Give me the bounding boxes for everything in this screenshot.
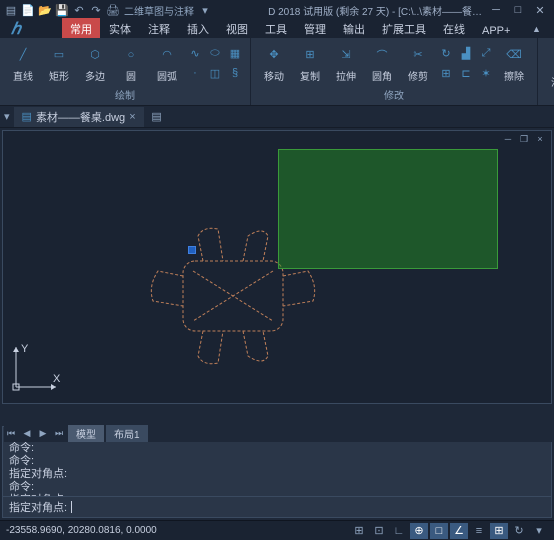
workspace-dropdown-icon[interactable]: ▾ — [198, 3, 212, 17]
hatch-icon[interactable]: ▦ — [226, 44, 244, 62]
annot-button[interactable]: A注释 — [544, 48, 554, 91]
offset-icon[interactable]: ⊏ — [457, 64, 475, 82]
scale-icon[interactable]: ⤢ — [477, 44, 495, 62]
grid-toggle-icon[interactable]: ⊞ — [350, 523, 368, 539]
print-icon[interactable]: 🖨 — [106, 3, 120, 17]
dyn-toggle-icon[interactable]: ⊞ — [490, 523, 508, 539]
otrack-toggle-icon[interactable]: ∠ — [450, 523, 468, 539]
layout-last-icon[interactable]: ⏭ — [52, 426, 66, 440]
tab-insert[interactable]: 插入 — [179, 18, 217, 40]
open-icon[interactable]: 📂 — [38, 3, 52, 17]
text-cursor — [71, 501, 72, 513]
arc-icon: ◠ — [156, 44, 178, 66]
snap-toggle-icon[interactable]: ⊡ — [370, 523, 388, 539]
layout-prev-icon[interactable]: ◀ — [20, 426, 34, 440]
redo-icon[interactable]: ↷ — [89, 3, 103, 17]
mirror-icon[interactable]: ▟ — [457, 44, 475, 62]
text-icon: A — [550, 50, 554, 72]
selection-window — [278, 149, 498, 269]
move-icon: ✥ — [263, 44, 285, 66]
trim-button[interactable]: ✂修剪 — [401, 42, 435, 85]
dwg-icon: ▤ — [22, 110, 32, 123]
tab-extend[interactable]: 扩展工具 — [374, 18, 434, 40]
stretch-icon: ⇲ — [335, 44, 357, 66]
circle-button[interactable]: ○圆 — [114, 42, 148, 85]
point-icon[interactable]: · — [186, 64, 204, 82]
fillet-icon: ⌒ — [371, 44, 393, 66]
region-icon[interactable]: ◫ — [206, 64, 224, 82]
svg-text:X: X — [53, 373, 61, 385]
doc-name: 素材——餐桌.dwg — [36, 109, 125, 125]
fillet-button[interactable]: ⌒圆角 — [365, 42, 399, 85]
polygon-button[interactable]: ⬡多边 — [78, 42, 112, 85]
tab-tools[interactable]: 工具 — [257, 18, 295, 40]
ortho-toggle-icon[interactable]: ∟ — [390, 523, 408, 539]
copy-icon: ⊞ — [299, 44, 321, 66]
ribbon: ╱直线 ▭矩形 ⬡多边 ○圆 ◠圆弧 ∿ ⬭ ▦ · ◫ § 绘制 ✥移动 ⊞复… — [0, 38, 554, 106]
rect-icon: ▭ — [48, 44, 70, 66]
undo-icon[interactable]: ↶ — [72, 3, 86, 17]
window-title: D 2018 试用版 (剩余 27 天) - [C:\..\素材——餐… — [268, 3, 482, 18]
ribbon-tabs: 常用 实体 注释 插入 视图 工具 管理 输出 扩展工具 在线 APP+ — [32, 18, 518, 40]
layout-first-icon[interactable]: ⏮ — [4, 426, 18, 440]
layout1-tab[interactable]: 布局1 — [106, 425, 148, 442]
document-tab[interactable]: ▤ 素材——餐桌.dwg × — [14, 107, 144, 127]
polar-toggle-icon[interactable]: ⊕ — [410, 523, 428, 539]
close-button[interactable]: ✕ — [530, 2, 550, 18]
tab-home[interactable]: 常用 — [62, 18, 100, 40]
tab-manage[interactable]: 管理 — [296, 18, 334, 40]
array-icon[interactable]: ⊞ — [437, 64, 455, 82]
rotate-icon[interactable]: ↻ — [437, 44, 455, 62]
move-button[interactable]: ✥移动 — [257, 42, 291, 85]
ucs-axis: X Y — [11, 342, 61, 395]
lweight-toggle-icon[interactable]: ≡ — [470, 523, 488, 539]
minimize-button[interactable]: ─ — [486, 2, 506, 18]
explode-icon[interactable]: ✶ — [477, 64, 495, 82]
ellipse-icon[interactable]: ⬭ — [206, 44, 224, 62]
command-input[interactable] — [76, 501, 545, 513]
new-icon[interactable]: 📄 — [21, 3, 35, 17]
maximize-button[interactable]: □ — [508, 2, 528, 18]
status-more-icon[interactable]: ▾ — [530, 523, 548, 539]
circle-icon: ○ — [120, 44, 142, 66]
new-tab-button[interactable]: ▤ — [148, 108, 166, 126]
layout-next-icon[interactable]: ▶ — [36, 426, 50, 440]
trim-icon: ✂ — [407, 44, 429, 66]
line-button[interactable]: ╱直线 — [6, 42, 40, 85]
spline-icon[interactable]: ∿ — [186, 44, 204, 62]
workspace-label[interactable]: 二维草图与注释 — [124, 3, 194, 18]
save-icon[interactable]: 💾 — [55, 3, 69, 17]
tab-solid[interactable]: 实体 — [101, 18, 139, 40]
model-tab[interactable]: 模型 — [68, 425, 104, 442]
panel-draw-title: 绘制 — [2, 86, 248, 103]
doc-dropdown-icon[interactable]: ▾ — [4, 110, 10, 123]
erase-button[interactable]: ⌫擦除 — [497, 42, 531, 85]
coordinates[interactable]: -23558.9690, 20280.0816, 0.0000 — [6, 525, 157, 536]
selection-grip[interactable] — [188, 246, 196, 254]
copy-button[interactable]: ⊞复制 — [293, 42, 327, 85]
app-menu-icon[interactable]: ▤ — [4, 3, 18, 17]
helix-icon[interactable]: § — [226, 64, 244, 82]
tab-output[interactable]: 输出 — [335, 18, 373, 40]
drawing-viewport[interactable]: X Y — [3, 131, 551, 403]
ribbon-min-icon[interactable]: ▲ — [526, 21, 546, 37]
osnap-toggle-icon[interactable]: □ — [430, 523, 448, 539]
svg-text:Y: Y — [21, 343, 29, 355]
tab-view[interactable]: 视图 — [218, 18, 256, 40]
arc-button[interactable]: ◠圆弧 — [150, 42, 184, 85]
panel-modify-title: 修改 — [253, 86, 535, 103]
tab-online[interactable]: 在线 — [435, 18, 473, 40]
tab-close-icon[interactable]: × — [129, 111, 135, 123]
erase-icon: ⌫ — [503, 44, 525, 66]
command-prompt: 指定对角点: — [9, 499, 67, 515]
cycle-toggle-icon[interactable]: ↻ — [510, 523, 528, 539]
polygon-icon: ⬡ — [84, 44, 106, 66]
stretch-button[interactable]: ⇲拉伸 — [329, 42, 363, 85]
tab-annotate[interactable]: 注释 — [140, 18, 178, 40]
line-icon: ╱ — [12, 44, 34, 66]
rect-button[interactable]: ▭矩形 — [42, 42, 76, 85]
